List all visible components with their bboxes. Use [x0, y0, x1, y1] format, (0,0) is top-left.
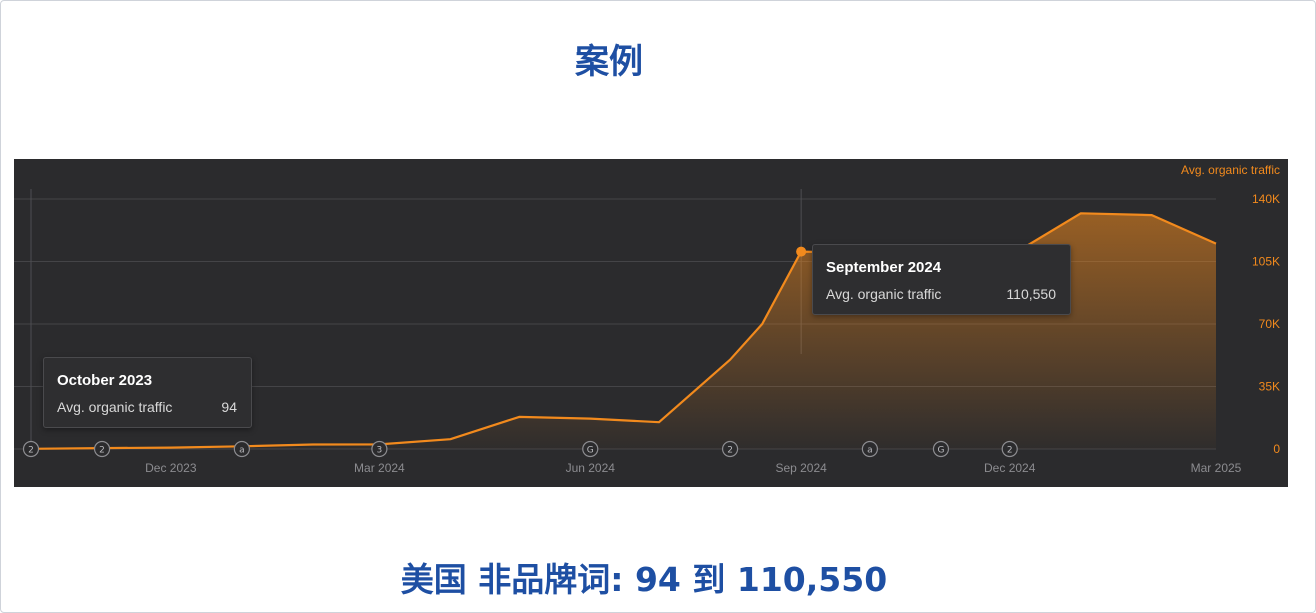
- x-tick-label: Dec 2023: [145, 461, 197, 475]
- tooltip-label: Avg. organic traffic: [826, 286, 942, 302]
- tooltip-october-2023: October 2023 Avg. organic traffic 94: [43, 357, 252, 428]
- x-tick-label: Mar 2025: [1191, 461, 1242, 475]
- annotation-marker-label: G: [587, 446, 594, 456]
- y-tick-label: 105K: [1252, 255, 1280, 269]
- tooltip-title: October 2023: [57, 372, 153, 389]
- x-tick-label: Jun 2024: [566, 461, 616, 475]
- tooltip-value: 110,550: [1006, 286, 1056, 302]
- annotation-marker-label: 2: [28, 446, 34, 456]
- tooltip-title: September 2024: [826, 259, 942, 276]
- y-tick-label: 70K: [1259, 317, 1280, 331]
- annotation-marker-label: G: [937, 446, 944, 456]
- y-tick-label: 140K: [1252, 192, 1280, 206]
- annotation-marker-label: 2: [99, 446, 105, 456]
- annotation-marker-label: a: [239, 446, 245, 456]
- y-tick-label: 0: [1273, 442, 1280, 456]
- x-tick-label: Mar 2024: [354, 461, 405, 475]
- x-tick-label: Sep 2024: [775, 461, 827, 475]
- x-tick-label: Dec 2024: [984, 461, 1036, 475]
- traffic-chart: Avg. organic traffic 0 35K 70K 105K 140K Dec 2…: [14, 159, 1288, 487]
- annotation-marker-label: 2: [1007, 446, 1013, 456]
- annotation-marker-label: a: [867, 446, 873, 456]
- chart-canvas: Avg. organic traffic 0 35K 70K 105K 140K Dec 2…: [14, 163, 1280, 475]
- tooltip-row: Avg. organic traffic 110,550: [826, 286, 1056, 302]
- tooltip-september-2024: September 2024 Avg. organic traffic 110,…: [812, 244, 1071, 315]
- page-subtitle: 美国 非品牌词: 94 到 110,550: [400, 560, 888, 599]
- y-axis-title: Avg. organic traffic: [1181, 163, 1280, 177]
- page-title: 案例: [575, 42, 643, 82]
- tooltip-row: Avg. organic traffic 94: [57, 399, 237, 415]
- annotation-marker-label: 2: [727, 446, 733, 456]
- y-tick-label: 35K: [1259, 380, 1280, 394]
- annotation-marker-label: 3: [377, 446, 383, 456]
- tooltip-value: 94: [221, 399, 237, 415]
- tooltip-label: Avg. organic traffic: [57, 399, 173, 415]
- highlight-point: [796, 246, 807, 257]
